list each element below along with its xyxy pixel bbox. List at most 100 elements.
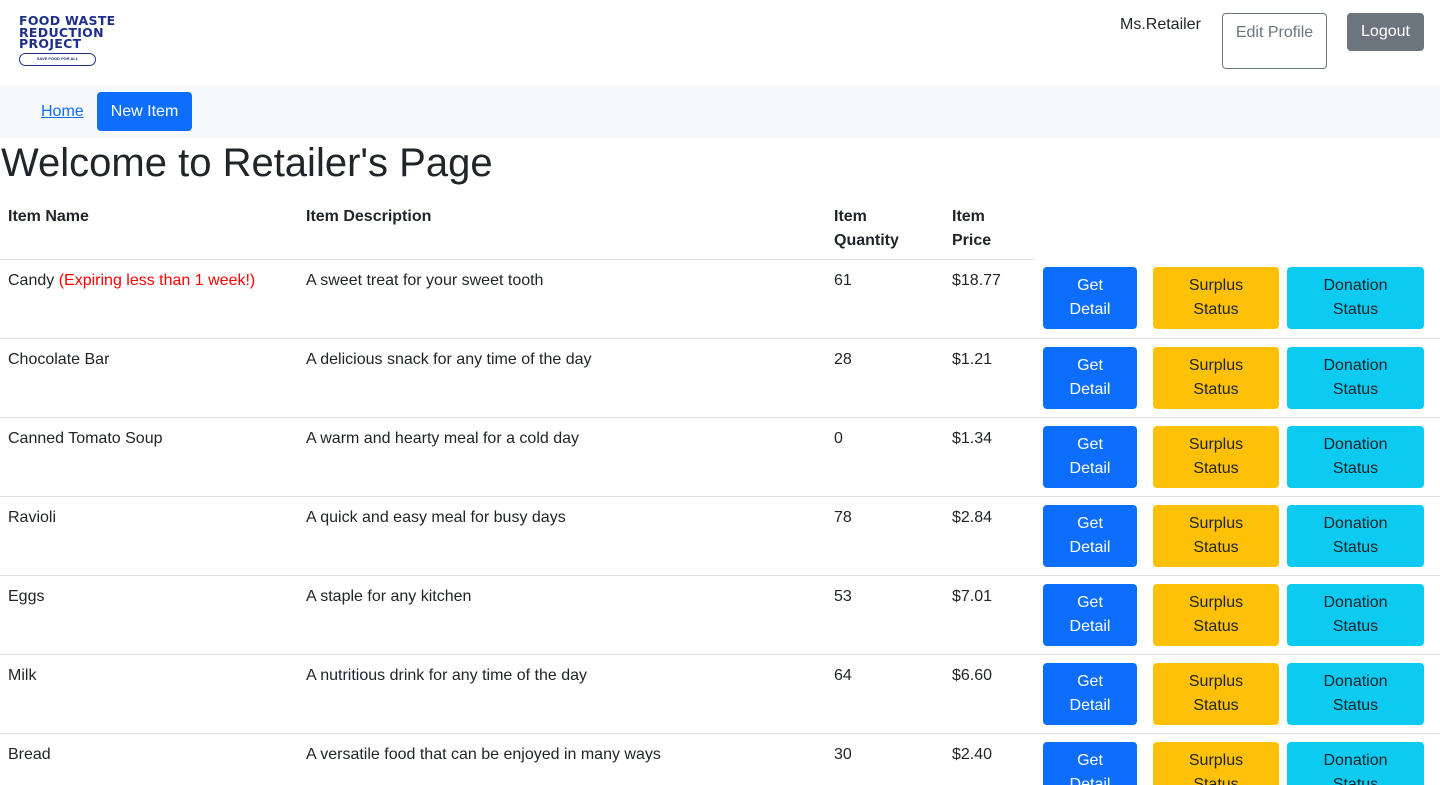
surplus-cell: Surplus Status [1145,654,1287,734]
donation-cell: Donation Status [1287,338,1440,418]
surplus-cell: Surplus Status [1145,575,1287,655]
surplus-status-button[interactable]: Surplus Status [1153,346,1279,409]
get-detail-label: Get Detail [1069,672,1111,714]
table-header-row: Item Name Item Description Item Quantity… [0,198,1440,260]
item-description: A versatile food that can be enjoyed in … [298,733,826,785]
item-description: A warm and hearty meal for a cold day [298,417,826,497]
item-name: Chocolate Bar [8,350,110,368]
item-quantity: 64 [826,654,944,734]
new-item-button[interactable]: New Item [97,92,192,131]
donation-cell: Donation Status [1287,575,1440,655]
get-detail-label: Get Detail [1069,277,1111,318]
surplus-cell: Surplus Status [1145,259,1287,339]
surplus-status-button[interactable]: Surplus Status [1153,583,1279,646]
item-quantity: 30 [826,733,944,785]
table-row: Chocolate Bar A delicious snack for any … [0,338,1440,418]
donation-status-label: Donation Status [1323,356,1388,398]
item-description: A delicious snack for any time of the da… [298,338,826,418]
item-quantity: 28 [826,338,944,418]
header-empty [1145,198,1287,259]
detail-cell: Get Detail [1035,259,1145,339]
item-quantity: 61 [826,259,944,339]
donation-cell: Donation Status [1287,733,1440,785]
edit-profile-button[interactable]: Edit Profile [1222,13,1327,69]
expiring-warning: (Expiring less than 1 week!) [58,271,256,289]
item-description: A sweet treat for your sweet tooth [298,259,826,339]
item-name: Ravioli [8,508,57,526]
surplus-status-label: Surplus Status [1188,514,1244,556]
item-name: Candy [8,271,55,289]
logo-tagline: SAVE FOOD FOR ALL [19,53,96,66]
donation-status-button[interactable]: Donation Status [1287,504,1424,567]
table-row: Milk A nutritious drink for any time of … [0,654,1440,734]
item-name-cell: Bread [0,733,298,785]
detail-cell: Get Detail [1035,417,1145,497]
logout-button[interactable]: Logout [1347,13,1424,51]
item-price: $6.60 [944,654,1035,734]
surplus-status-button[interactable]: Surplus Status [1153,504,1279,567]
donation-status-button[interactable]: Donation Status [1287,267,1424,329]
surplus-status-label: Surplus Status [1188,356,1244,398]
donation-status-label: Donation Status [1323,751,1388,785]
surplus-status-label: Surplus Status [1188,593,1244,635]
donation-status-label: Donation Status [1323,672,1388,714]
header-empty [1287,198,1440,259]
donation-cell: Donation Status [1287,417,1440,497]
nav-home-link[interactable]: Home [41,103,84,121]
surplus-status-label: Surplus Status [1188,277,1244,318]
item-quantity: 53 [826,575,944,655]
get-detail-button[interactable]: Get Detail [1043,425,1137,488]
donation-status-label: Donation Status [1323,593,1388,635]
donation-cell: Donation Status [1287,259,1440,339]
item-price: $2.40 [944,733,1035,785]
header-item-price: Item Price [944,198,1035,260]
get-detail-label: Get Detail [1069,514,1111,556]
item-price: $2.84 [944,496,1035,576]
surplus-status-label: Surplus Status [1188,751,1244,785]
surplus-status-button[interactable]: Surplus Status [1153,267,1279,329]
item-description: A staple for any kitchen [298,575,826,655]
navbar: Home New Item [0,85,1440,138]
donation-status-button[interactable]: Donation Status [1287,741,1424,785]
item-name-cell: Chocolate Bar [0,338,298,418]
get-detail-button[interactable]: Get Detail [1043,504,1137,567]
donation-status-button[interactable]: Donation Status [1287,425,1424,488]
surplus-status-button[interactable]: Surplus Status [1153,425,1279,488]
surplus-cell: Surplus Status [1145,417,1287,497]
donation-status-label: Donation Status [1323,277,1388,318]
surplus-status-label: Surplus Status [1188,435,1244,477]
header-empty [1035,198,1145,259]
table-row: Canned Tomato Soup A warm and hearty mea… [0,417,1440,497]
item-price: $1.21 [944,338,1035,418]
surplus-status-button[interactable]: Surplus Status [1153,662,1279,725]
get-detail-button[interactable]: Get Detail [1043,346,1137,409]
get-detail-button[interactable]: Get Detail [1043,662,1137,725]
get-detail-button[interactable]: Get Detail [1043,267,1137,329]
item-price: $7.01 [944,575,1035,655]
donation-status-label: Donation Status [1323,514,1388,556]
item-price: $18.77 [944,259,1035,339]
get-detail-button[interactable]: Get Detail [1043,583,1137,646]
surplus-status-button[interactable]: Surplus Status [1153,741,1279,785]
get-detail-button[interactable]: Get Detail [1043,741,1137,785]
logo[interactable]: FOOD WASTE REDUCTION PROJECT SAVE FOOD F… [19,15,141,69]
item-name: Milk [8,666,37,684]
header-item-description: Item Description [298,198,826,260]
item-quantity: 0 [826,417,944,497]
logo-line: PROJECT [19,36,82,51]
item-name-cell: Candy (Expiring less than 1 week!) [0,259,298,339]
table-row: Candy (Expiring less than 1 week!) A swe… [0,259,1440,339]
get-detail-label: Get Detail [1069,435,1111,477]
item-price: $1.34 [944,417,1035,497]
donation-cell: Donation Status [1287,496,1440,576]
detail-cell: Get Detail [1035,733,1145,785]
table-row: Eggs A staple for any kitchen 53 $7.01 G… [0,575,1440,655]
donation-status-button[interactable]: Donation Status [1287,662,1424,725]
item-description: A quick and easy meal for busy days [298,496,826,576]
surplus-status-label: Surplus Status [1188,672,1244,714]
item-name: Bread [8,745,51,763]
donation-status-button[interactable]: Donation Status [1287,346,1424,409]
donation-status-button[interactable]: Donation Status [1287,583,1424,646]
header-item-quantity: Item Quantity [826,198,944,260]
username: Ms.Retailer [1120,16,1201,33]
